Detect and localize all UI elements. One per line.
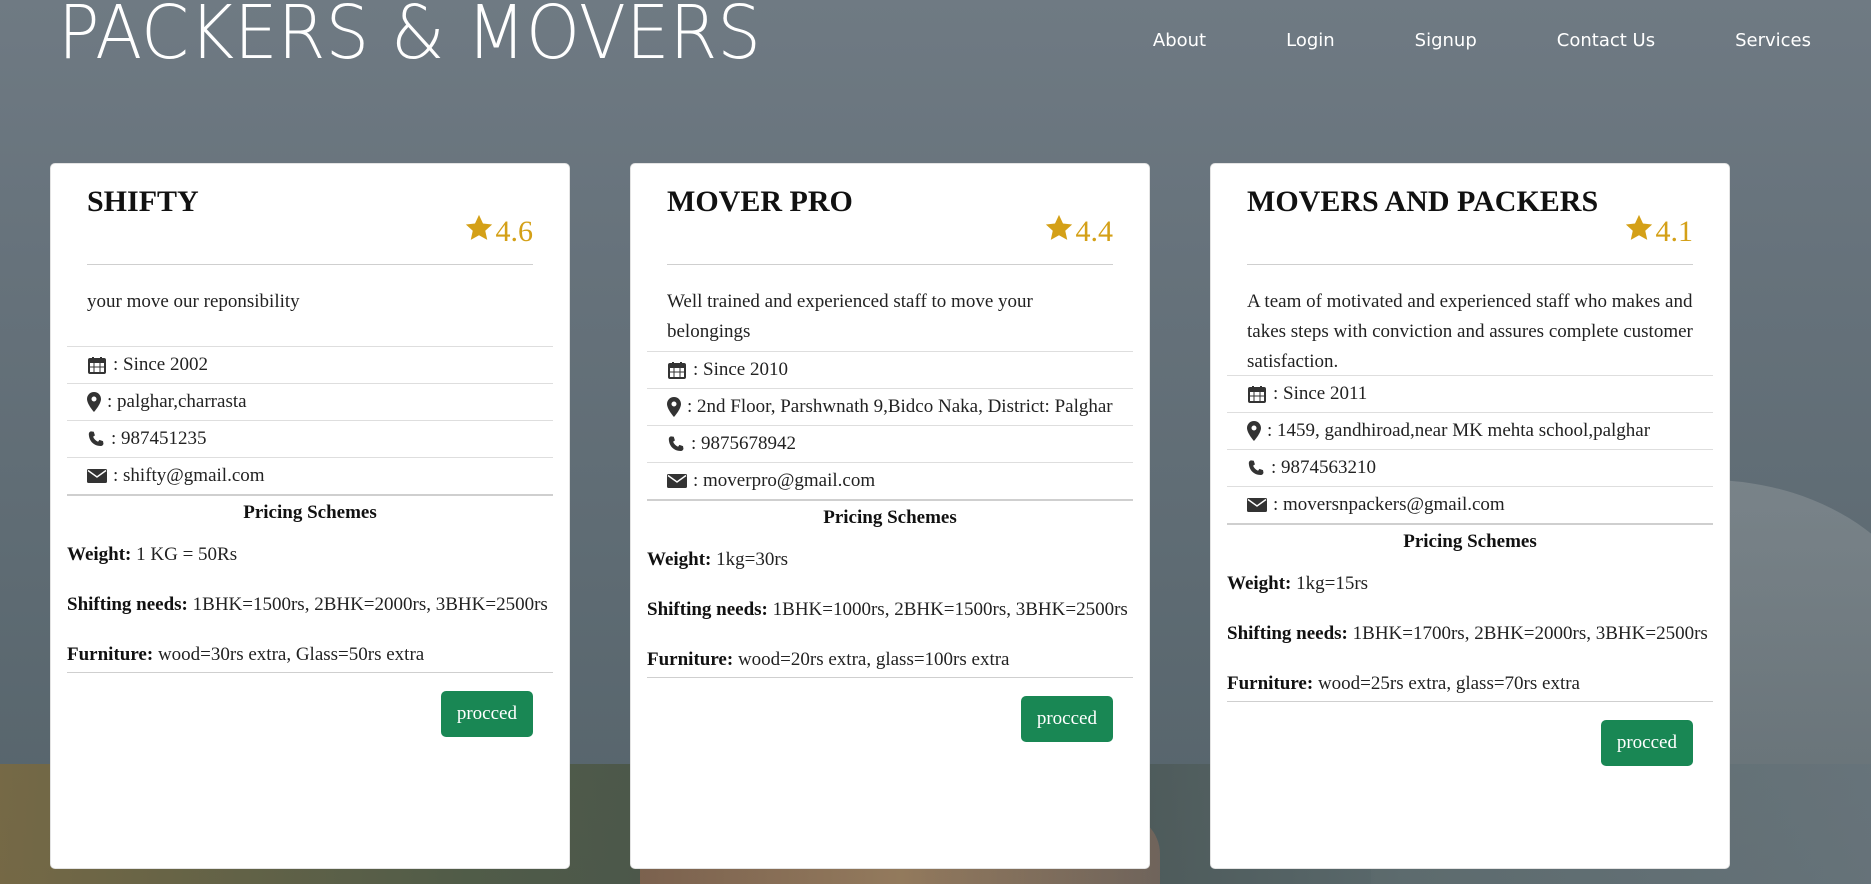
- card-tagline: your move our reponsibility: [87, 291, 300, 312]
- nav-about[interactable]: About: [1153, 30, 1206, 51]
- site-header: PACKERS & MOVERS About Login Signup Cont…: [0, 0, 1871, 90]
- furniture-line: Furniture: wood=30rs extra, Glass=50rs e…: [67, 640, 553, 670]
- pricing-block: Weight: 1 KG = 50Rs Shifting needs: 1BHK…: [51, 540, 569, 670]
- phone-icon: [667, 434, 685, 454]
- email-text: : moversnpackers@gmail.com: [1273, 494, 1505, 515]
- furniture-label: Furniture:: [647, 649, 734, 670]
- company-cards: SHIFTY 4.6 your move our reponsibility :…: [50, 163, 1730, 869]
- phone-text: : 9875678942: [691, 433, 797, 454]
- map-marker-icon: [1247, 421, 1261, 441]
- info-since: : Since 2011: [1227, 375, 1713, 412]
- info-phone: : 987451235: [67, 420, 553, 457]
- furniture-label: Furniture:: [67, 644, 154, 665]
- phone-icon: [1247, 458, 1265, 478]
- info-address: : palghar,charrasta: [67, 383, 553, 420]
- shifting-line: Shifting needs: 1BHK=1000rs, 2BHK=1500rs…: [647, 595, 1133, 625]
- proceed-button[interactable]: procced: [1600, 720, 1693, 766]
- furniture-label: Furniture:: [1227, 673, 1314, 694]
- phone-icon: [87, 429, 105, 449]
- rating-value: 4.1: [1655, 215, 1694, 248]
- shifting-line: Shifting needs: 1BHK=1700rs, 2BHK=2000rs…: [1227, 619, 1713, 649]
- weight-line: Weight: 1kg=30rs: [647, 545, 1133, 575]
- weight-value: 1 KG = 50Rs: [131, 544, 238, 565]
- phone-text: : 987451235: [111, 428, 207, 449]
- weight-value: 1kg=15rs: [1291, 573, 1369, 594]
- star-icon: [1624, 213, 1656, 251]
- shifting-value: 1BHK=1700rs, 2BHK=2000rs, 3BHK=2500rs: [1347, 623, 1708, 644]
- card-tagline: A team of motivated and experienced staf…: [1247, 291, 1693, 372]
- map-marker-icon: [87, 392, 101, 412]
- shifting-label: Shifting needs:: [647, 599, 768, 620]
- calendar-icon: [1247, 384, 1267, 404]
- nav-signup[interactable]: Signup: [1415, 30, 1477, 51]
- weight-line: Weight: 1kg=15rs: [1227, 569, 1713, 599]
- email-text: : shifty@gmail.com: [113, 465, 265, 486]
- envelope-icon: [667, 471, 687, 491]
- info-list: : Since 2010 : 2nd Floor, Parshwnath 9,B…: [647, 351, 1133, 501]
- envelope-icon: [87, 466, 107, 486]
- since-text: : Since 2011: [1273, 383, 1368, 404]
- weight-line: Weight: 1 KG = 50Rs: [67, 540, 553, 570]
- info-email: : moverpro@gmail.com: [647, 462, 1133, 501]
- map-marker-icon: [667, 397, 681, 417]
- info-list: : Since 2011 : 1459, gandhiroad,near MK …: [1227, 375, 1713, 525]
- info-address: : 1459, gandhiroad,near MK mehta school,…: [1227, 412, 1713, 449]
- phone-text: : 9874563210: [1271, 457, 1377, 478]
- pricing-title: Pricing Schemes: [1403, 531, 1537, 552]
- calendar-icon: [87, 355, 107, 375]
- info-since: : Since 2002: [67, 346, 553, 383]
- info-phone: : 9874563210: [1227, 449, 1713, 486]
- star-icon: [464, 213, 496, 251]
- info-phone: : 9875678942: [647, 425, 1133, 462]
- shifting-value: 1BHK=1500rs, 2BHK=2000rs, 3BHK=2500rs: [187, 594, 548, 615]
- weight-label: Weight:: [647, 549, 712, 570]
- star-icon: [1044, 213, 1076, 251]
- pricing-title: Pricing Schemes: [243, 502, 377, 523]
- furniture-line: Furniture: wood=25rs extra, glass=70rs e…: [1227, 669, 1713, 699]
- calendar-icon: [667, 360, 687, 380]
- info-since: : Since 2010: [647, 351, 1133, 388]
- nav-login[interactable]: Login: [1286, 30, 1335, 51]
- pricing-block: Weight: 1kg=15rs Shifting needs: 1BHK=17…: [1211, 569, 1729, 699]
- furniture-line: Furniture: wood=20rs extra, glass=100rs …: [647, 645, 1133, 675]
- pricing-block: Weight: 1kg=30rs Shifting needs: 1BHK=10…: [631, 545, 1149, 675]
- company-card-mover-pro: MOVER PRO 4.4 Well trained and experienc…: [630, 163, 1150, 869]
- proceed-button[interactable]: procced: [1020, 696, 1113, 742]
- weight-value: 1kg=30rs: [711, 549, 789, 570]
- company-card-movers-and-packers: MOVERS AND PACKERS 4.1 A team of motivat…: [1210, 163, 1730, 869]
- info-address: : 2nd Floor, Parshwnath 9,Bidco Naka, Di…: [647, 388, 1133, 425]
- info-email: : moversnpackers@gmail.com: [1227, 486, 1713, 525]
- address-text: : 2nd Floor, Parshwnath 9,Bidco Naka, Di…: [687, 396, 1113, 417]
- furniture-value: wood=20rs extra, glass=100rs extra: [733, 649, 1010, 670]
- shifting-line: Shifting needs: 1BHK=1500rs, 2BHK=2000rs…: [67, 590, 553, 620]
- furniture-value: wood=25rs extra, glass=70rs extra: [1313, 673, 1580, 694]
- rating-value: 4.6: [495, 215, 534, 248]
- nav-services[interactable]: Services: [1735, 30, 1811, 51]
- rating-value: 4.4: [1075, 215, 1114, 248]
- main-nav: About Login Signup Contact Us Services: [1073, 30, 1811, 51]
- info-list: : Since 2002 : palghar,charrasta : 98745…: [67, 346, 553, 496]
- pricing-title: Pricing Schemes: [823, 507, 957, 528]
- shifting-label: Shifting needs:: [67, 594, 188, 615]
- shifting-value: 1BHK=1000rs, 2BHK=1500rs, 3BHK=2500rs: [767, 599, 1128, 620]
- weight-label: Weight:: [67, 544, 132, 565]
- envelope-icon: [1247, 495, 1267, 515]
- weight-label: Weight:: [1227, 573, 1292, 594]
- info-email: : shifty@gmail.com: [67, 457, 553, 496]
- address-text: : 1459, gandhiroad,near MK mehta school,…: [1267, 420, 1651, 441]
- proceed-button[interactable]: procced: [440, 691, 533, 737]
- since-text: : Since 2010: [693, 359, 788, 380]
- shifting-label: Shifting needs:: [1227, 623, 1348, 644]
- card-tagline: Well trained and experienced staff to mo…: [667, 291, 1033, 342]
- address-text: : palghar,charrasta: [107, 391, 247, 412]
- email-text: : moverpro@gmail.com: [693, 470, 876, 491]
- since-text: : Since 2002: [113, 354, 208, 375]
- furniture-value: wood=30rs extra, Glass=50rs extra: [153, 644, 425, 665]
- company-card-shifty: SHIFTY 4.6 your move our reponsibility :…: [50, 163, 570, 869]
- brand-logo[interactable]: PACKERS & MOVERS: [58, 0, 761, 70]
- nav-contact-us[interactable]: Contact Us: [1557, 30, 1655, 51]
